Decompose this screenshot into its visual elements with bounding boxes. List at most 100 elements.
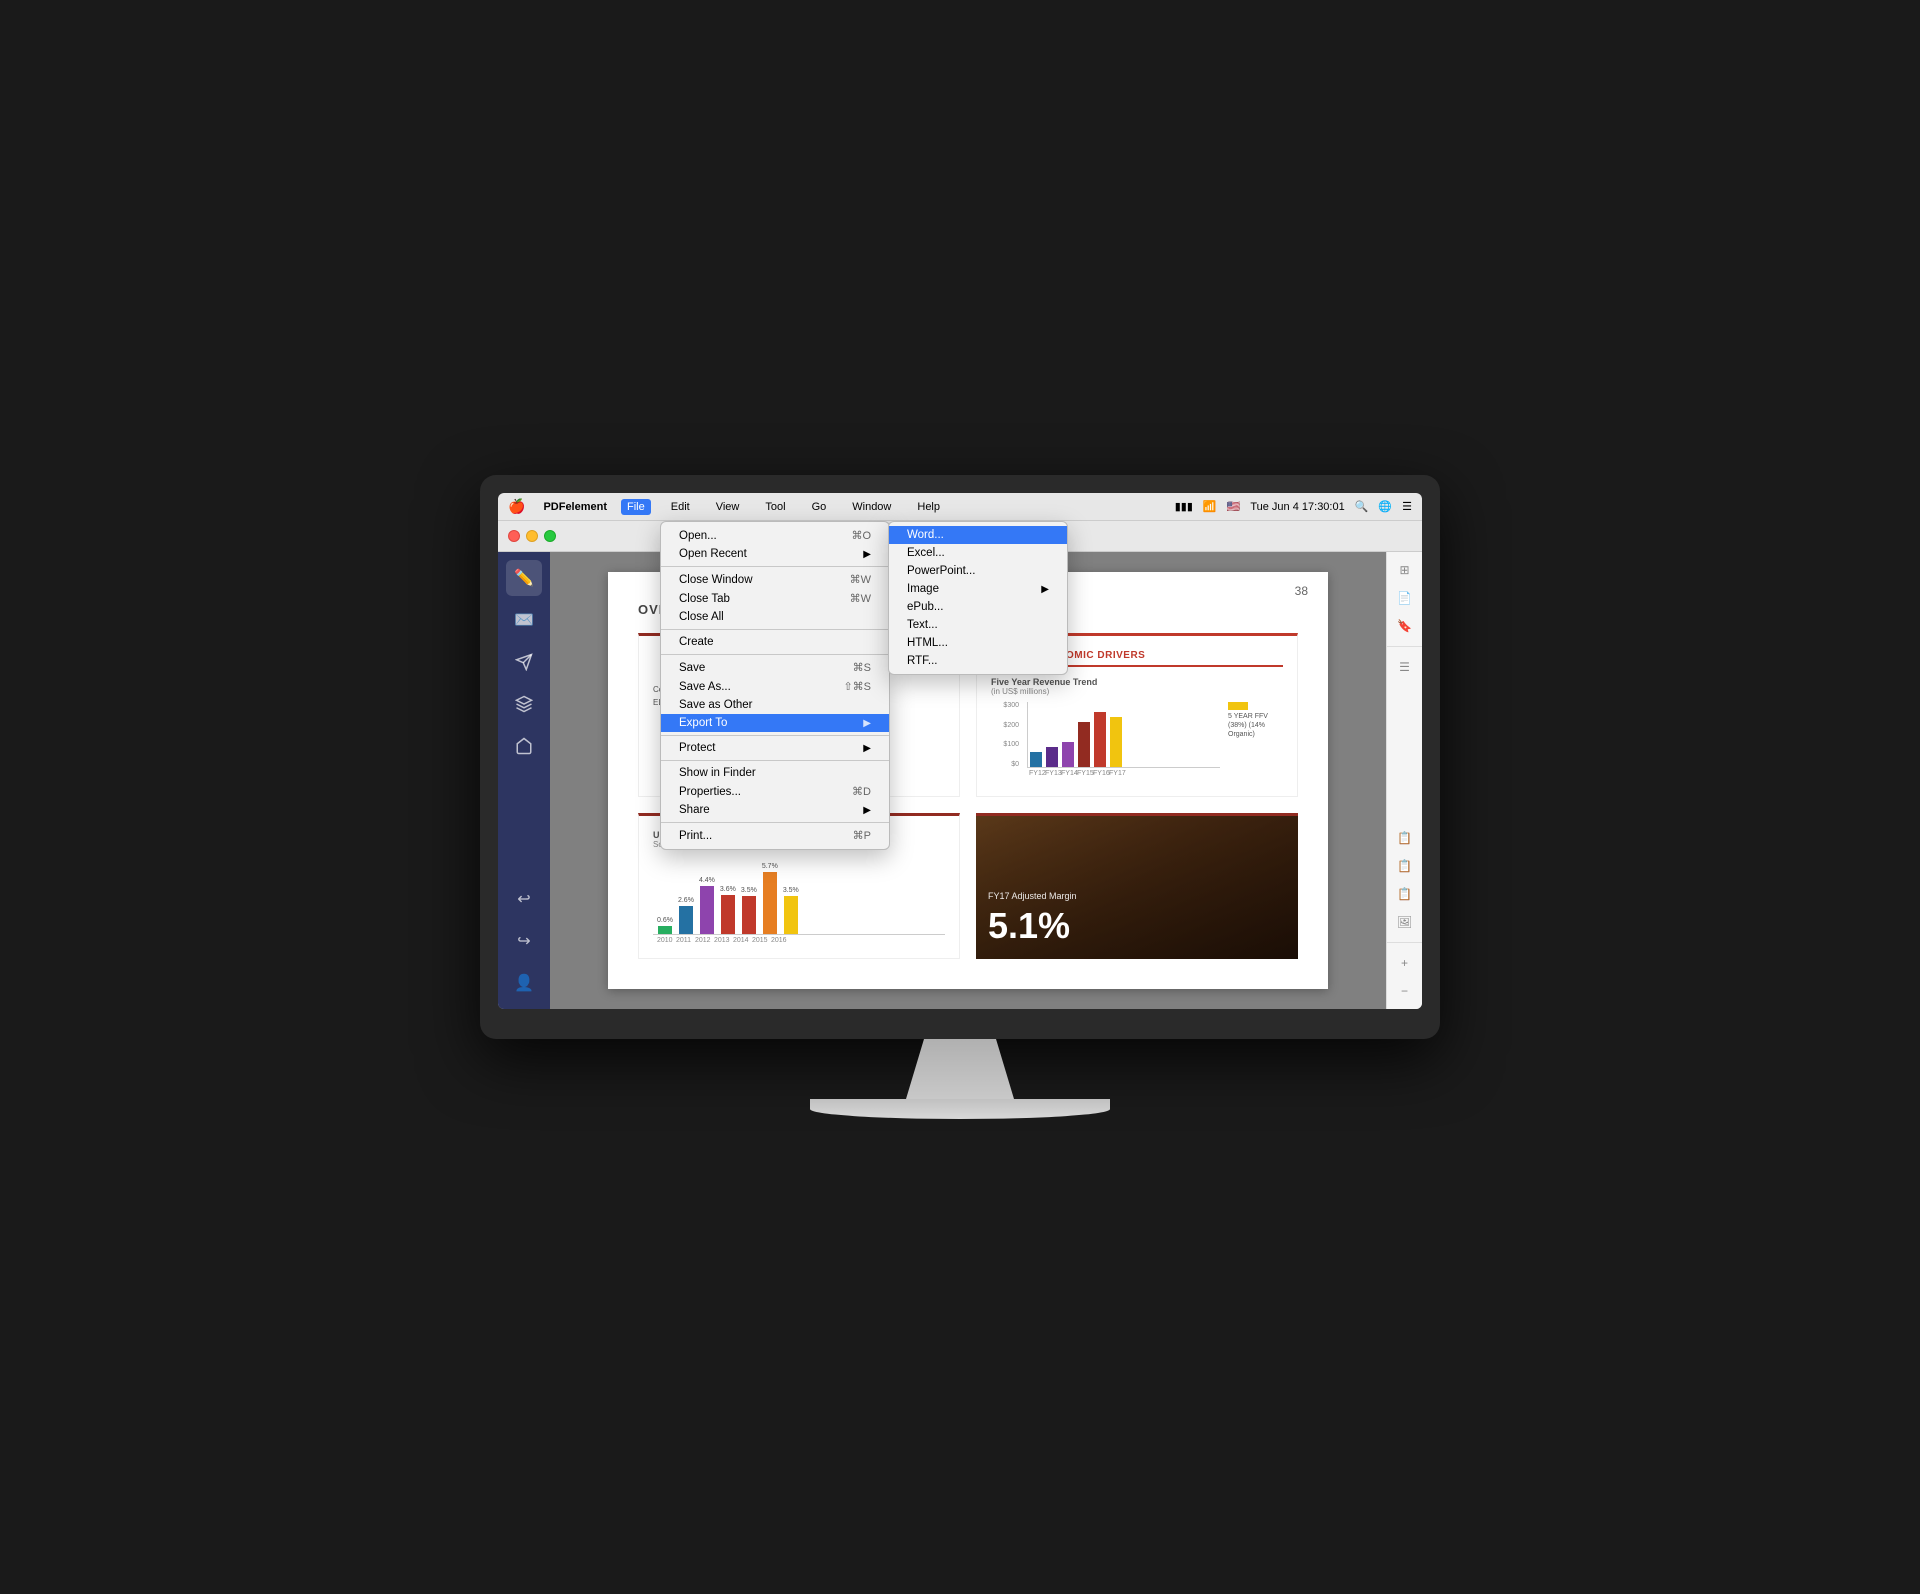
- x-fy16: FY16: [1093, 770, 1105, 777]
- menu-save-as-other[interactable]: Save as Other: [661, 696, 889, 714]
- export-html[interactable]: HTML...: [889, 634, 1067, 652]
- flag-icon: 🇺🇸: [1227, 500, 1241, 513]
- globe-icon[interactable]: 🌐: [1378, 500, 1392, 513]
- export-image-label: Image: [907, 583, 1037, 595]
- right-icon-doc1[interactable]: 📋: [1393, 826, 1417, 850]
- monitor: 🍎 PDFelement File Edit View Tool Go Wind…: [480, 475, 1440, 1119]
- export-word[interactable]: Word...: [889, 526, 1067, 544]
- menu-view[interactable]: View: [710, 499, 746, 515]
- menu-save-as[interactable]: Save As... ⇧⌘S: [661, 677, 889, 696]
- log-bar-rect-2011: [679, 906, 693, 934]
- menubar: 🍎 PDFelement File Edit View Tool Go Wind…: [498, 493, 1422, 521]
- log-val-2011: 2.6%: [678, 897, 694, 904]
- margin-content: FY17 Adjusted Margin 5.1%: [988, 891, 1286, 947]
- export-excel[interactable]: Excel...: [889, 544, 1067, 562]
- sidebar-icon-home[interactable]: [506, 728, 542, 764]
- menu-edit[interactable]: Edit: [665, 499, 696, 515]
- file-menu-dropdown[interactable]: Open... ⌘O Open Recent ▶ Close Window ⌘W: [660, 521, 890, 850]
- menu-properties[interactable]: Properties... ⌘D: [661, 782, 889, 801]
- export-image[interactable]: Image ▶: [889, 580, 1067, 598]
- protect-arrow: ▶: [863, 743, 871, 754]
- monitor-screen: 🍎 PDFelement File Edit View Tool Go Wind…: [498, 493, 1422, 1009]
- right-icon-list[interactable]: ☰: [1393, 655, 1417, 679]
- menu-close-all[interactable]: Close All: [661, 608, 889, 626]
- sidebar-icon-user[interactable]: 👤: [506, 965, 542, 1001]
- log-val-2014: 3.5%: [741, 887, 757, 894]
- log-bar-rect-2013: [721, 895, 735, 934]
- menu-open[interactable]: Open... ⌘O: [661, 526, 889, 545]
- right-icon-image[interactable]: 🖼: [1393, 910, 1417, 934]
- menubar-right: ▮▮▮ 📶 🇺🇸 Tue Jun 4 17:30:01 🔍 🌐 ☰: [1175, 500, 1412, 513]
- traffic-green[interactable]: [544, 530, 556, 542]
- separator-4: [661, 735, 889, 736]
- menu-save-as-other-label: Save as Other: [679, 699, 871, 711]
- menu-protect-label: Protect: [679, 742, 859, 754]
- clock: Tue Jun 4 17:30:01: [1250, 501, 1344, 513]
- x-fy15: FY15: [1077, 770, 1089, 777]
- menu-export-to[interactable]: Export To ▶: [661, 714, 889, 732]
- export-powerpoint[interactable]: PowerPoint...: [889, 562, 1067, 580]
- menu-close-tab[interactable]: Close Tab ⌘W: [661, 589, 889, 608]
- right-icon-bookmark[interactable]: 🔖: [1393, 614, 1417, 638]
- right-icon-doc2[interactable]: 📋: [1393, 854, 1417, 878]
- menu-share-label: Share: [679, 804, 859, 816]
- menu-close-window[interactable]: Close Window ⌘W: [661, 570, 889, 589]
- right-icon-minus[interactable]: −: [1393, 979, 1417, 1003]
- export-epub[interactable]: ePub...: [889, 598, 1067, 616]
- sidebar-icon-undo[interactable]: ↩: [506, 881, 542, 917]
- revenue-chart-title: Five Year Revenue Trend: [991, 677, 1283, 687]
- menu-help[interactable]: Help: [911, 499, 946, 515]
- log-bar-2010: 0.6%: [657, 917, 673, 934]
- separator-6: [661, 822, 889, 823]
- menu-open-shortcut: ⌘O: [851, 529, 871, 542]
- sidebar-icon-layers[interactable]: [506, 686, 542, 722]
- search-icon[interactable]: 🔍: [1355, 500, 1369, 513]
- apple-icon[interactable]: 🍎: [508, 498, 525, 515]
- menu-protect[interactable]: Protect ▶: [661, 739, 889, 757]
- bar-fy16: [1094, 712, 1106, 767]
- menu-go[interactable]: Go: [806, 499, 833, 515]
- export-rtf-label: RTF...: [907, 655, 1049, 667]
- sidebar-icon-redo[interactable]: ↪: [506, 923, 542, 959]
- export-submenu[interactable]: Word... Excel... PowerPoint... Image ▶: [888, 521, 1068, 675]
- menu-show-finder[interactable]: Show in Finder: [661, 764, 889, 782]
- menu-close-tab-shortcut: ⌘W: [850, 592, 871, 605]
- traffic-yellow[interactable]: [526, 530, 538, 542]
- sidebar-icon-pencil[interactable]: ✏️: [506, 560, 542, 596]
- log-bar-2012: 4.4%: [699, 877, 715, 934]
- right-divider2: [1387, 942, 1422, 943]
- menu-save[interactable]: Save ⌘S: [661, 658, 889, 677]
- right-icon-add[interactable]: +: [1393, 951, 1417, 975]
- separator-2: [661, 629, 889, 630]
- log-bar-rect-2015: [763, 872, 777, 934]
- menu-window[interactable]: Window: [846, 499, 897, 515]
- sidebar-left: ✏️ ✉️: [498, 552, 550, 1009]
- x-axis: FY12 FY13 FY14 FY15 FY16 FY17: [1027, 768, 1220, 777]
- sidebar-icon-mail[interactable]: ✉️: [506, 602, 542, 638]
- bar-fy14-rect: [1062, 742, 1074, 767]
- export-text[interactable]: Text...: [889, 616, 1067, 634]
- x-fy17: FY17: [1109, 770, 1121, 777]
- right-icon-doc3[interactable]: 📋: [1393, 882, 1417, 906]
- export-excel-label: Excel...: [907, 547, 1049, 559]
- adjusted-margin-section: FY17 Adjusted Margin 5.1%: [976, 813, 1298, 959]
- right-icon-page[interactable]: 📄: [1393, 586, 1417, 610]
- menu-share[interactable]: Share ▶: [661, 801, 889, 819]
- traffic-red[interactable]: [508, 530, 520, 542]
- menu-create[interactable]: Create: [661, 633, 889, 651]
- x-fy12: FY12: [1029, 770, 1041, 777]
- lx-2016: 2016: [771, 937, 785, 944]
- menu-open-recent[interactable]: Open Recent ▶: [661, 545, 889, 563]
- right-divider: [1387, 646, 1422, 647]
- right-icon-grid[interactable]: ⊞: [1393, 558, 1417, 582]
- menu-tool[interactable]: Tool: [759, 499, 791, 515]
- export-epub-label: ePub...: [907, 601, 1049, 613]
- export-html-label: HTML...: [907, 637, 1049, 649]
- export-rtf[interactable]: RTF...: [889, 652, 1067, 670]
- menu-print[interactable]: Print... ⌘P: [661, 826, 889, 845]
- menu-file[interactable]: File: [621, 499, 651, 515]
- list-icon[interactable]: ☰: [1402, 500, 1412, 513]
- menu-save-label: Save: [679, 662, 833, 674]
- menubar-left: 🍎 PDFelement File Edit View Tool Go Wind…: [508, 498, 946, 515]
- sidebar-icon-send[interactable]: [506, 644, 542, 680]
